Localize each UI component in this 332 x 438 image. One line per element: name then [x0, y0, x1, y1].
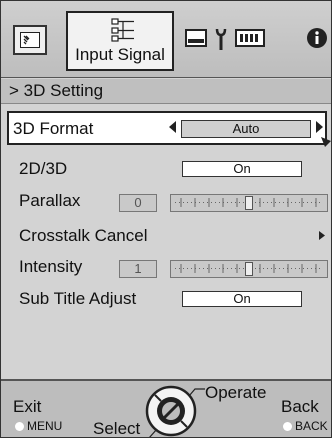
tab-settings[interactable] [212, 27, 230, 51]
tab-network[interactable] [235, 27, 265, 49]
select-label: Select [93, 419, 141, 438]
parallax-slider-knob[interactable] [245, 196, 253, 210]
tab-screen[interactable] [185, 27, 207, 49]
submenu-arrow-icon [319, 231, 325, 240]
breadcrumb-arrow: > [9, 81, 19, 100]
menu-panel: Input Signal > 3D Setting 3D Format Auto… [0, 0, 332, 438]
format-value-box[interactable]: Auto [181, 120, 311, 138]
network-icon [235, 29, 265, 47]
operate-label: Operate [205, 383, 267, 402]
back-hint[interactable]: BACK [283, 419, 328, 433]
input-signal-icon [111, 18, 134, 42]
intensity-slider[interactable] [170, 260, 328, 278]
row-sub-title-adjust-label: Sub Title Adjust [19, 289, 137, 308]
parallax-value: 0 [134, 195, 142, 210]
parallax-value-box: 0 [119, 194, 157, 212]
info-icon [307, 28, 327, 48]
row-crosstalk-cancel[interactable]: Crosstalk Cancel [1, 217, 331, 251]
toggle-2d-3d[interactable]: On [182, 161, 302, 177]
arrow-down-right-icon [321, 137, 331, 147]
exit-hint[interactable]: MENU [15, 419, 62, 433]
row-parallax[interactable]: Parallax 0 [1, 185, 331, 217]
row-intensity-label: Intensity [19, 257, 83, 276]
back-label: Back [281, 397, 319, 416]
row-intensity[interactable]: Intensity 1 [1, 251, 331, 283]
intensity-value-box: 1 [119, 260, 157, 278]
toggle-sub-title-adjust-value: On [233, 291, 251, 306]
row-parallax-label: Parallax [19, 191, 81, 210]
intensity-value: 1 [134, 261, 142, 276]
toggle-2d-3d-value: On [233, 161, 251, 176]
exit-label: Exit [13, 397, 42, 416]
parallax-slider[interactable] [170, 194, 328, 212]
tab-input-signal[interactable]: Input Signal [66, 11, 174, 71]
section-title: 3D Setting [23, 81, 104, 100]
screen-icon [185, 29, 207, 47]
arrow-left-icon[interactable] [169, 121, 177, 133]
intensity-slider-knob[interactable] [245, 262, 253, 276]
picture-icon [20, 32, 40, 48]
row-3d-format[interactable]: 3D Format Auto [1, 111, 331, 147]
wrench-icon [215, 28, 227, 50]
back-key-label: BACK [295, 419, 328, 433]
tab-info[interactable] [306, 27, 328, 49]
row-2d-3d[interactable]: 2D/3D On [1, 153, 331, 185]
tab-input-signal-label: Input Signal [75, 45, 165, 64]
row-2d-3d-label: 2D/3D [19, 159, 68, 178]
menu-key-icon [15, 422, 24, 432]
arrow-right-icon[interactable] [315, 121, 323, 133]
row-3d-format-label: 3D Format [13, 119, 94, 138]
row-sub-title-adjust[interactable]: Sub Title Adjust On [1, 285, 331, 317]
toggle-sub-title-adjust[interactable]: On [182, 291, 302, 307]
tab-bar: Input Signal [1, 1, 331, 78]
operate-pointer-line [189, 388, 205, 397]
tab-picture[interactable] [13, 25, 47, 55]
row-crosstalk-cancel-label: Crosstalk Cancel [19, 226, 148, 245]
section-header: > 3D Setting [1, 79, 331, 104]
exit-key-label: MENU [27, 419, 63, 433]
select-pointer-line [149, 428, 158, 437]
format-value: Auto [232, 121, 260, 136]
footer-bar: Exit MENU Select Operate Back BACK [1, 379, 331, 438]
back-key-icon [283, 422, 292, 432]
